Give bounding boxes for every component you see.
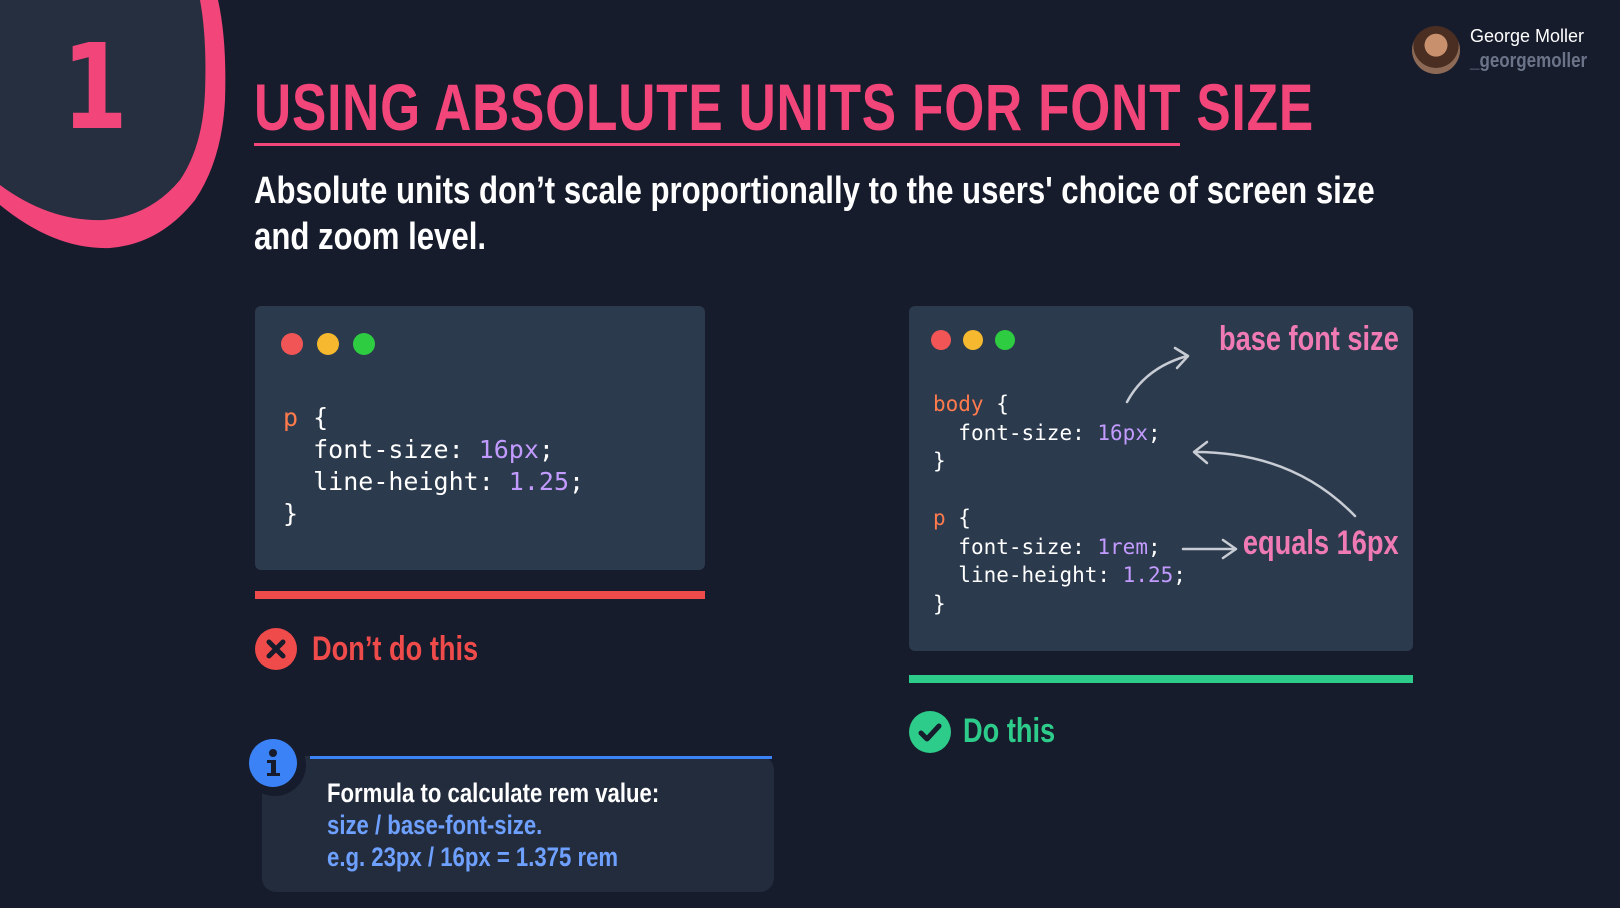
code-property: line-height <box>313 467 479 496</box>
slide-number: 1 <box>62 18 128 156</box>
code-property: font-size <box>313 435 449 464</box>
subtitle: Absolute units don’t scale proportionall… <box>254 168 1375 260</box>
x-circle-icon <box>255 628 297 670</box>
author-handle: _georgemoller <box>1470 50 1588 72</box>
good-code-card: body { font-size: 16px; } p { font-size:… <box>909 306 1413 651</box>
subtitle-line-2: and zoom level. <box>254 216 487 258</box>
title-underline <box>254 143 1180 146</box>
dont-label: Don’t do this <box>312 630 479 668</box>
info-circle-icon <box>249 739 297 787</box>
window-close-dot <box>281 333 303 355</box>
page-title: USING ABSOLUTE UNITS FOR FONT SIZE <box>254 70 1314 144</box>
annotation-arrows <box>1125 346 1357 560</box>
info-box-topline <box>310 756 772 759</box>
bad-code-card: p { font-size: 16px; line-height: 1.25; … <box>255 306 705 570</box>
code-selector: p <box>283 403 299 432</box>
subtitle-line-1: Absolute units don’t scale proportionall… <box>254 170 1375 212</box>
good-divider-bar <box>909 675 1413 683</box>
bad-code-block: p { font-size: 16px; line-height: 1.25; … <box>283 403 585 528</box>
code-brace-close: } <box>283 499 299 528</box>
do-label: Do this <box>963 712 1056 750</box>
code-value: 1.25 <box>508 467 570 496</box>
window-minimize-dot <box>317 333 339 355</box>
author-name: George Moller <box>1470 26 1585 46</box>
check-circle-icon <box>909 711 951 753</box>
info-line-1: Formula to calculate rem value: <box>327 778 660 808</box>
code-brace-open: { <box>298 403 329 432</box>
avatar <box>1412 26 1460 74</box>
info-line-2: size / base-font-size. <box>327 810 543 840</box>
bad-divider-bar <box>255 591 705 599</box>
window-maximize-dot <box>353 333 375 355</box>
code-value: 16px <box>478 435 539 464</box>
info-line-3: e.g. 23px / 16px = 1.375 rem <box>327 842 619 872</box>
